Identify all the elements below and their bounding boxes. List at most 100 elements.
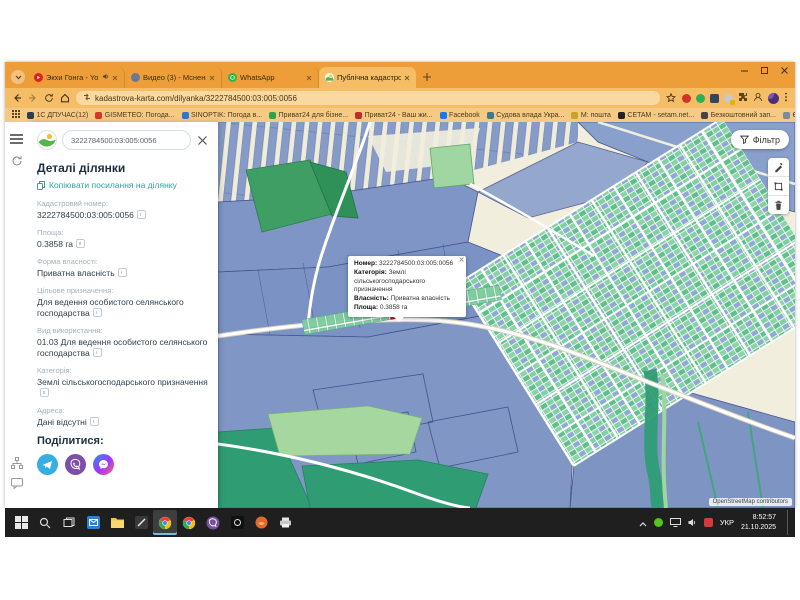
parcel-search-input[interactable] (62, 130, 191, 150)
bookmark-favicon (182, 112, 189, 119)
bookmark-item[interactable]: Безкоштовний зап... (701, 112, 776, 119)
delete-trash-tool[interactable] (768, 196, 789, 214)
refresh-icon[interactable] (9, 153, 24, 168)
tab-whatsapp[interactable]: WhatsApp (222, 67, 319, 88)
bookmark-label: CETAM - setam.net... (627, 112, 694, 119)
tray-red-icon[interactable] (704, 518, 713, 527)
badged-extension-icon[interactable] (724, 94, 733, 103)
bookmark-item[interactable]: CETAM - setam.net... (618, 112, 694, 119)
site-info-icon[interactable] (83, 93, 91, 103)
field-label: Площа: (37, 228, 209, 237)
messenger-share-icon[interactable] (93, 454, 114, 475)
close-button[interactable] (780, 66, 789, 75)
profile-list-icon[interactable] (753, 89, 763, 107)
speaker-icon[interactable] (102, 73, 109, 82)
bookmark-item[interactable]: 1С ДПУЧАС(12) (27, 112, 88, 119)
measure-pencil-tool[interactable] (768, 158, 789, 177)
info-icon[interactable] (76, 239, 85, 248)
extensions-puzzle-icon[interactable] (738, 89, 748, 107)
url-text[interactable]: kadastrova-karta.com/dilyanka/3222784500… (95, 94, 297, 103)
taskbar-mail-icon[interactable] (81, 510, 105, 535)
cadastral-map[interactable] (218, 122, 795, 508)
home-button[interactable] (60, 93, 70, 103)
feedback-chat-icon[interactable] (9, 475, 24, 490)
info-icon[interactable] (137, 210, 146, 219)
viber-task-icon[interactable] (201, 510, 225, 535)
printer-app-icon[interactable] (273, 510, 297, 535)
profile-avatar[interactable] (768, 93, 779, 104)
bookmark-label: Facebook (449, 112, 480, 119)
tab-cadastral-map[interactable]: Публічна кадастрова карта У... (319, 67, 416, 88)
info-icon[interactable] (118, 268, 127, 277)
chrome-active-task-icon[interactable] (153, 510, 177, 535)
bookmark-label: Єдиний державн... (792, 112, 795, 119)
telegram-share-icon[interactable] (37, 454, 58, 475)
start-button[interactable] (9, 510, 33, 535)
bookmark-item[interactable]: Судова влада Укра... (487, 112, 565, 119)
bookmark-item[interactable]: Приват24 - Ваш жи... (355, 112, 432, 119)
orange-app-icon[interactable] (249, 510, 273, 535)
tab-close-icon[interactable] (306, 75, 312, 81)
page-content: Деталі ділянки Копіювати посилання на ді… (5, 122, 795, 508)
map-area[interactable]: Номер: 3222784500:03:005:0056 Категорія:… (218, 122, 795, 508)
maximize-button[interactable] (760, 66, 769, 75)
field-label: Форма власності: (37, 257, 209, 266)
language-indicator[interactable]: УКР (720, 518, 734, 527)
apps-grid-icon[interactable] (12, 110, 20, 120)
filter-button[interactable]: Фільтр (731, 130, 789, 149)
chrome-task-icon[interactable] (177, 510, 201, 535)
bookmark-star-icon[interactable] (666, 93, 676, 103)
info-icon[interactable] (40, 388, 49, 397)
info-icon[interactable] (93, 308, 102, 317)
map-attribution[interactable]: OpenStreetMap contributors (709, 498, 792, 506)
back-button[interactable] (12, 93, 22, 103)
menu-kebab-icon[interactable] (784, 89, 788, 107)
taskbar-search-icon[interactable] (33, 510, 57, 535)
forward-button[interactable] (28, 93, 38, 103)
tray-green-icon[interactable] (654, 518, 663, 527)
dark-extension-icon[interactable] (710, 94, 719, 103)
copy-link-button[interactable]: Копіювати посилання на ділянку (37, 180, 209, 190)
layers-tree-icon[interactable] (9, 455, 24, 470)
bookmark-item[interactable]: SINOPTIK: Погода в... (182, 112, 263, 119)
taskbar-clock[interactable]: 8:52:57 21.10.2025 (741, 513, 776, 531)
dark-app-icon[interactable] (129, 510, 153, 535)
bookmark-item[interactable]: GISMETEO: Погода... (95, 112, 174, 119)
area-select-tool[interactable] (768, 177, 789, 196)
bookmark-item[interactable]: М: пошта (571, 112, 611, 119)
black-app-icon[interactable] (225, 510, 249, 535)
bookmark-item[interactable]: Єдиний державн... (783, 112, 795, 119)
new-tab-button[interactable] (420, 70, 434, 84)
bookmark-item[interactable]: Facebook (440, 112, 480, 119)
info-icon[interactable] (93, 348, 102, 357)
info-icon[interactable] (90, 417, 99, 426)
tab-close-icon[interactable] (209, 75, 215, 81)
bookmark-favicon (269, 112, 276, 119)
task-view-icon[interactable] (57, 510, 81, 535)
tab-youtube[interactable]: Экхи Гонга - YouTube Mu... (28, 67, 125, 88)
tooltip-number: 3222784500:03:005:0056 (379, 260, 453, 267)
tooltip-close-icon[interactable] (459, 257, 464, 262)
minimize-button[interactable] (740, 66, 749, 75)
tab-search-icon[interactable] (11, 70, 25, 84)
tab-close-icon[interactable] (404, 75, 410, 81)
reload-button[interactable] (44, 93, 54, 103)
panel-close-icon[interactable] (196, 134, 209, 147)
adblock-extension-icon[interactable] (682, 94, 691, 103)
viber-share-icon[interactable] (65, 454, 86, 475)
tab-video[interactable]: Видео (3) - Мсненков787Фу... (125, 67, 222, 88)
file-explorer-icon[interactable] (105, 510, 129, 535)
site-logo[interactable] (37, 130, 57, 150)
tray-display-icon[interactable] (670, 514, 681, 532)
green-extension-icon[interactable] (696, 94, 705, 103)
field-group: Форма власності: Приватна власність (37, 257, 209, 279)
address-bar[interactable]: kadastrova-karta.com/dilyanka/3222784500… (76, 91, 660, 105)
bookmark-label: М: пошта (581, 112, 611, 119)
tray-volume-icon[interactable] (688, 514, 697, 532)
video-site-icon (131, 73, 140, 82)
menu-hamburger-icon[interactable] (9, 131, 24, 146)
show-desktop-button[interactable] (787, 510, 791, 535)
tab-close-icon[interactable] (112, 75, 118, 81)
bookmark-item[interactable]: Приват24 для бізне... (269, 112, 348, 119)
tray-expand-caret[interactable] (639, 514, 647, 532)
